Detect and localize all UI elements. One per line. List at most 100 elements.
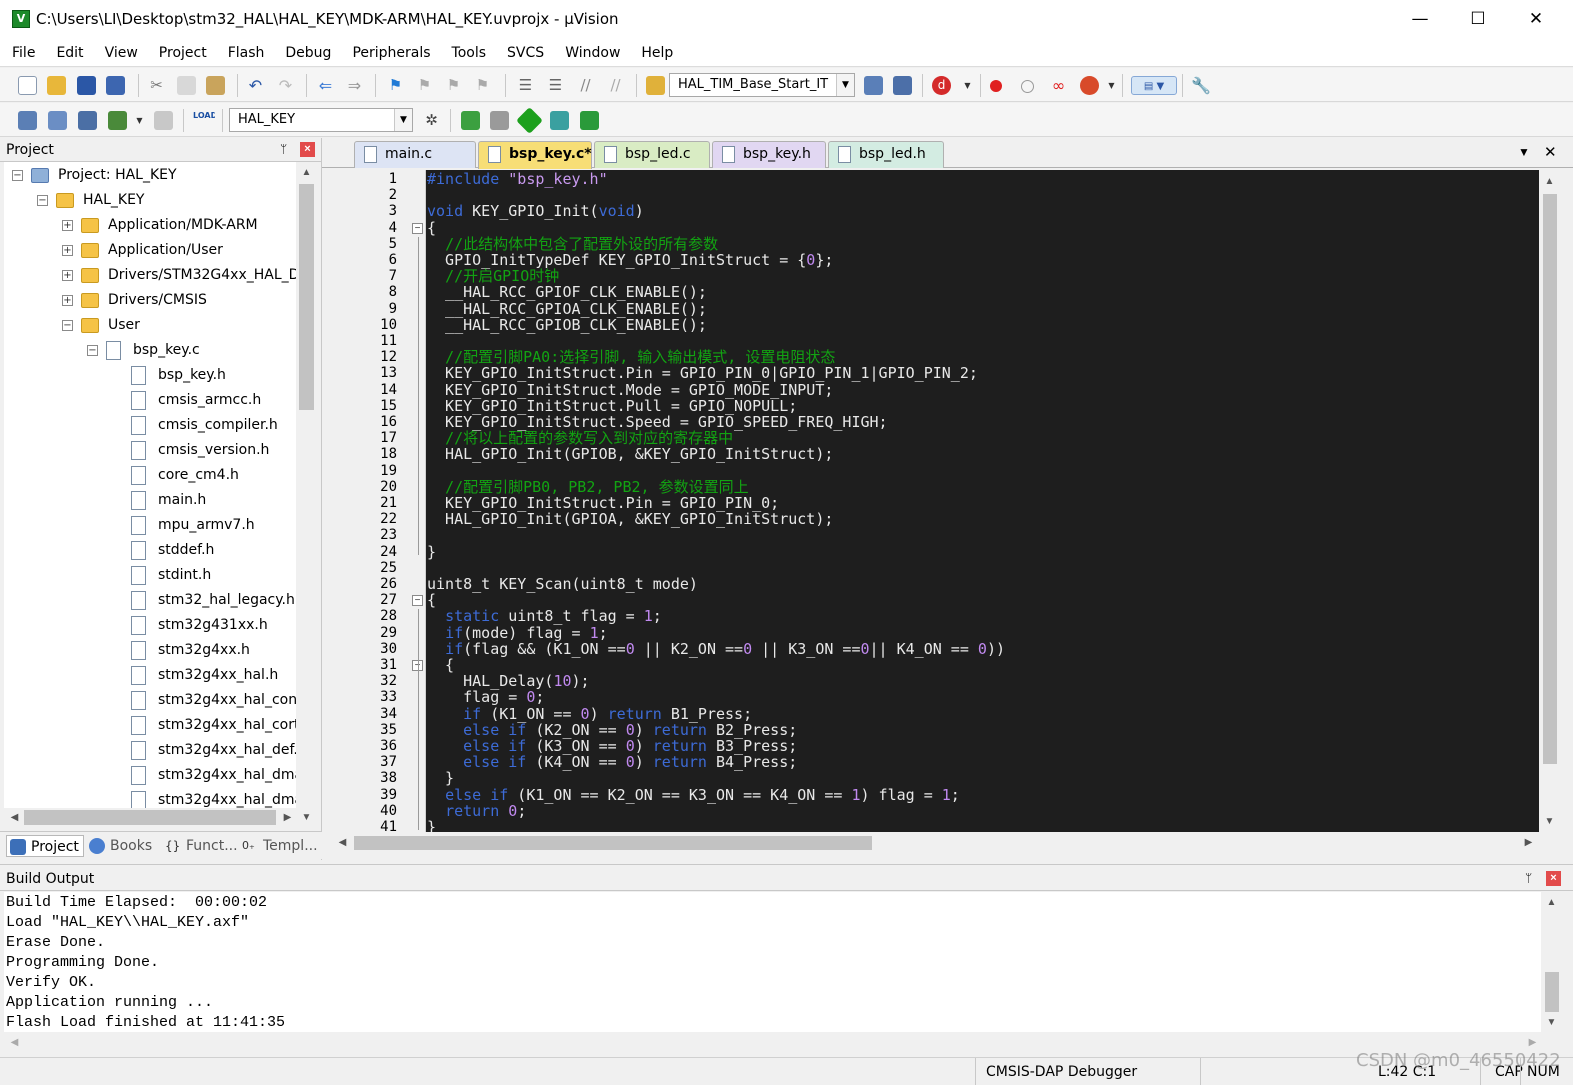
menu-edit[interactable]: Edit [44, 39, 92, 67]
breakpoint-kill-icon[interactable]: ∞ [1049, 76, 1068, 95]
tab-bsp-led-h[interactable]: bsp_led.h [828, 141, 944, 168]
undo-icon[interactable]: ↶ [246, 76, 265, 95]
menu-project[interactable]: Project [147, 39, 216, 67]
collapse-icon[interactable]: − [412, 222, 423, 234]
chevron-down-icon[interactable]: ▼ [130, 111, 149, 130]
scroll-left-icon[interactable]: ◀ [6, 1034, 23, 1051]
find-combo[interactable]: HAL_TIM_Base_Start_IT ▼ [669, 73, 855, 97]
editor-vscrollbar[interactable]: ▲ ▼ [1540, 170, 1560, 832]
tree-item[interactable]: + Drivers/STM32G4xx_HAL_Dri [4, 264, 296, 289]
minimize-button[interactable]: — [1391, 0, 1449, 39]
save-all-icon[interactable] [106, 76, 125, 95]
breakpoint-disable-icon[interactable] [1021, 80, 1034, 93]
manage-components-icon[interactable] [461, 111, 480, 130]
rte-icon[interactable] [580, 111, 599, 130]
unindent-icon[interactable]: ☰ [546, 76, 565, 95]
paste-icon[interactable] [206, 76, 225, 95]
tree-item[interactable]: − HAL_KEY [4, 189, 296, 214]
menu-flash[interactable]: Flash [216, 39, 274, 67]
new-file-icon[interactable] [18, 76, 37, 95]
tree-item[interactable]: cmsis_armcc.h [4, 389, 296, 414]
collapse-icon[interactable]: − [37, 195, 48, 206]
scrollbar-thumb[interactable] [1543, 194, 1557, 764]
editor-hscrollbar[interactable]: ◀ ▶ [332, 833, 1539, 853]
tree-item[interactable]: stm32g4xx_hal_dma [4, 789, 296, 808]
chevron-down-icon[interactable]: ▼ [958, 76, 977, 95]
build-output-text[interactable]: Build Time Elapsed: 00:00:02 Load "HAL_KE… [4, 892, 1541, 1032]
tree-item[interactable]: + Drivers/CMSIS [4, 289, 296, 314]
bookmark-clear-icon[interactable]: ⚑ [473, 76, 492, 95]
tree-item[interactable]: cmsis_compiler.h [4, 414, 296, 439]
copy-icon[interactable] [177, 76, 196, 95]
expand-icon[interactable]: + [62, 220, 73, 231]
tree-item[interactable]: main.h [4, 489, 296, 514]
incremental-find-icon[interactable] [893, 76, 912, 95]
menu-debug[interactable]: Debug [273, 39, 340, 67]
find-icon[interactable] [864, 76, 883, 95]
tree-item[interactable]: stm32g4xx_hal.h [4, 664, 296, 689]
scroll-up-icon[interactable]: ▲ [1543, 894, 1560, 911]
expand-icon[interactable]: + [62, 245, 73, 256]
pin-icon[interactable]: ᛘ [280, 142, 287, 156]
bookmark-prev-icon[interactable]: ⚑ [415, 76, 434, 95]
project-tree-vscrollbar[interactable]: ▲ [297, 162, 316, 808]
tab-functions[interactable]: {} Funct... [162, 835, 238, 857]
menu-view[interactable]: View [93, 39, 147, 67]
menu-peripherals[interactable]: Peripherals [340, 39, 439, 67]
scroll-right-icon[interactable]: ▶ [1524, 1034, 1541, 1051]
tree-item[interactable]: − Project: HAL_KEY [4, 164, 296, 189]
collapse-icon[interactable]: − [87, 345, 98, 356]
indent-icon[interactable]: ☰ [516, 76, 535, 95]
rebuild-icon[interactable] [78, 111, 97, 130]
tree-item[interactable]: stm32g431xx.h [4, 614, 296, 639]
tree-item[interactable]: cmsis_version.h [4, 439, 296, 464]
tree-item[interactable]: core_cm4.h [4, 464, 296, 489]
event-recorder-icon[interactable] [550, 111, 569, 130]
tree-item[interactable]: stm32g4xx_hal_conf. [4, 689, 296, 714]
find-in-files-icon[interactable] [646, 76, 665, 95]
tree-item[interactable]: stddef.h [4, 539, 296, 564]
translate-icon[interactable] [18, 111, 37, 130]
target-combo[interactable]: HAL_KEY ▼ [229, 108, 413, 132]
breakpoint-insert-icon[interactable] [990, 80, 1002, 92]
cut-icon[interactable]: ✂ [147, 76, 166, 95]
close-tab-button[interactable]: ✕ [1544, 143, 1557, 161]
save-icon[interactable] [77, 76, 96, 95]
scrollbar-thumb[interactable] [299, 184, 314, 410]
debug-start-icon[interactable]: d [932, 76, 951, 95]
download-icon[interactable]: LOAD [193, 111, 215, 130]
bookmark-icon[interactable]: ⚑ [386, 76, 405, 95]
bookmark-next-icon[interactable]: ⚑ [444, 76, 463, 95]
scrollbar-thumb[interactable] [24, 810, 276, 825]
tab-project[interactable]: Project [6, 835, 84, 857]
scrollbar-thumb[interactable] [354, 836, 872, 850]
scroll-left-icon[interactable]: ◀ [6, 809, 23, 826]
comment-icon[interactable]: // [576, 76, 595, 95]
scroll-right-icon[interactable]: ▶ [1520, 834, 1537, 851]
stop-build-icon[interactable] [154, 111, 173, 130]
window-layout-icon[interactable]: ▤ ▼ [1131, 76, 1177, 95]
menu-tools[interactable]: Tools [440, 39, 496, 67]
tab-books[interactable]: Books [86, 835, 152, 857]
tree-item[interactable]: stm32g4xx_hal_def.h [4, 739, 296, 764]
pin-icon[interactable]: ᛘ [1525, 871, 1532, 885]
collapse-icon[interactable]: − [62, 320, 73, 331]
tree-item[interactable]: stm32_hal_legacy.h [4, 589, 296, 614]
chevron-down-icon[interactable]: ▼ [1102, 76, 1121, 95]
uncomment-icon[interactable]: // [606, 76, 625, 95]
close-panel-button[interactable]: × [1546, 871, 1561, 886]
tab-templates[interactable]: 0₊ Templ... [239, 835, 318, 857]
output-hscrollbar[interactable]: ◀ ▶ [4, 1033, 1544, 1053]
collapse-icon[interactable]: − [12, 170, 23, 181]
breakpoint-all-icon[interactable] [1080, 76, 1099, 95]
chevron-down-icon[interactable]: ▼ [394, 109, 412, 131]
menu-svcs[interactable]: SVCS [495, 39, 553, 67]
pack-installer-icon[interactable] [516, 107, 543, 134]
scroll-left-icon[interactable]: ◀ [334, 834, 351, 851]
tab-main-c[interactable]: main.c [354, 141, 476, 168]
tree-item[interactable]: stdint.h [4, 564, 296, 589]
tree-item[interactable]: stm32g4xx_hal_dma. [4, 764, 296, 789]
scrollbar-thumb[interactable] [1545, 972, 1559, 1012]
output-vscrollbar[interactable]: ▲ ▼ [1542, 892, 1562, 1032]
tab-bsp-led-c[interactable]: bsp_led.c [594, 141, 710, 168]
